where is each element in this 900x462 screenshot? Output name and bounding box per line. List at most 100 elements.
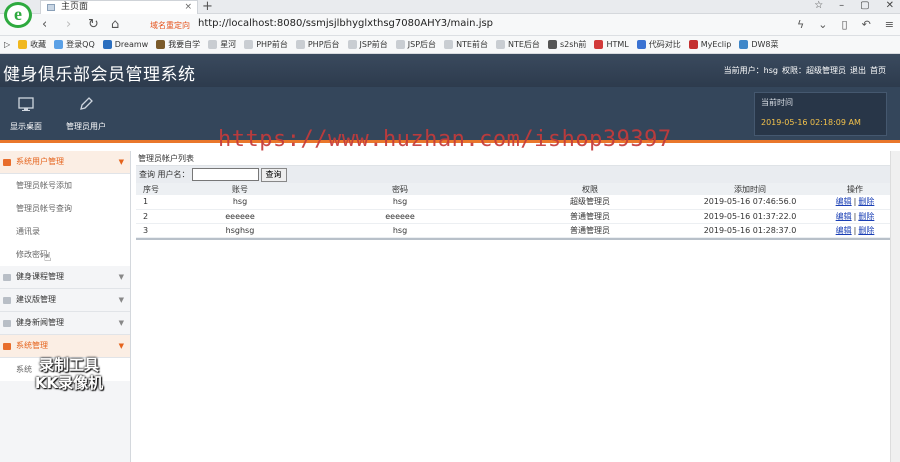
sidebar-item-admin-add[interactable]: 管理员帐号添加 [0, 174, 130, 197]
menu-icon[interactable]: ≡ [885, 18, 894, 31]
bookmark-item[interactable]: 收藏 [18, 39, 46, 50]
cell-role: 超级管理员 [570, 197, 610, 207]
edit-link[interactable]: 编辑 [836, 197, 852, 206]
bookmark-label: 我要自学 [168, 40, 201, 49]
recorder-line-1: 录制工具 [38, 356, 99, 374]
bookmark-item[interactable]: MyEclip [688, 39, 731, 50]
settings-icon[interactable]: ☆ [814, 0, 823, 11]
minimize-icon[interactable]: – [839, 0, 844, 11]
bookmark-label: JSP前台 [359, 40, 388, 49]
bookmark-item[interactable]: NTE前台 [444, 39, 488, 50]
menu-group-news[interactable]: 健身新闻管理 ▼ [0, 312, 130, 335]
page-scrollbar[interactable] [890, 151, 900, 462]
sidebar-toggle-icon[interactable]: ▷ [4, 40, 10, 49]
address-bar-actions: ϟ ⌄ ▯ ↶ ≡ [797, 18, 894, 31]
time-box: 当前时间 2019-05-16 02:18:09 AM [754, 92, 887, 136]
edit-link[interactable]: 编辑 [836, 212, 852, 221]
menu-group-system[interactable]: 系统管理 ▼ [0, 335, 130, 358]
logout-link[interactable]: 退出 [850, 65, 866, 76]
menu-group-system-users[interactable]: 系统用户管理 ▼ [0, 151, 130, 174]
username-search-input[interactable] [191, 168, 259, 181]
bookmark-label: PHP前台 [256, 40, 288, 49]
refresh-icon[interactable]: ↻ [88, 17, 99, 32]
bookmark-item[interactable]: Dreamw [102, 39, 148, 50]
document-icon [3, 297, 11, 304]
sidebar-item-admin-query[interactable]: 管理员帐号查询 [0, 197, 130, 220]
folder-icon [3, 274, 11, 281]
bookmark-item[interactable]: 我要自学 [156, 39, 200, 50]
home-link[interactable]: 首页 [870, 65, 886, 76]
maximize-icon[interactable]: ▢ [860, 0, 869, 11]
url-input[interactable]: http://localhost:8080/ssmjsjlbhyglxthsg7… [198, 18, 493, 29]
bookmark-icon [395, 40, 405, 49]
current-user: 当前用户：hsg [723, 66, 778, 75]
sidebar: 系统用户管理 ▼ 管理员帐号添加 管理员帐号查询 通讯录 修改密码 健身课程管理… [0, 151, 131, 462]
sidebar-item-change-password[interactable]: 修改密码 [0, 243, 130, 266]
bookmark-item[interactable]: PHP前台 [244, 39, 288, 50]
bookmark-item[interactable]: JSP后台 [395, 39, 436, 50]
search-label: 查询 用户名： [139, 170, 190, 179]
bookmark-item[interactable]: 代码对比 [636, 39, 681, 50]
table-row: 3 hsghsg hsg 普通管理员 2019-05-16 01:28:37.0 编辑 | 删… [136, 223, 890, 237]
chevron-down-icon: ▼ [118, 342, 124, 350]
dropdown-icon[interactable]: ⌄ [818, 18, 827, 31]
back-icon[interactable]: ‹ [42, 17, 47, 32]
bookmark-label: DW8菜 [751, 40, 779, 49]
cell-account: hsghsg [225, 225, 255, 235]
bookmark-item[interactable]: HTML [594, 39, 629, 50]
top-toolbar: 显示桌面 管理员用户 当前时间 2019-05-16 02:18:09 AM [0, 87, 900, 143]
edit-link[interactable]: 编辑 [836, 226, 852, 235]
time-value: 2019-05-16 02:18:09 AM [761, 118, 861, 127]
reader-icon[interactable]: ▯ [842, 18, 848, 31]
bookmark-icon [496, 40, 505, 49]
chevron-down-icon: ▼ [118, 158, 124, 166]
bookmark-label: PHP后台 [307, 40, 340, 49]
lightning-icon[interactable]: ϟ [797, 18, 804, 31]
menu-group-courses[interactable]: 健身课程管理 ▼ [0, 266, 130, 289]
bookmark-item[interactable]: NTE后台 [496, 39, 540, 50]
delete-link[interactable]: 删除 [858, 226, 874, 235]
bookmark-item[interactable]: 登录QQ [54, 39, 95, 50]
cell-time: 2019-05-16 01:37:22.0 [703, 211, 797, 221]
close-window-icon[interactable]: ✕ [886, 0, 894, 11]
forward-icon[interactable]: › [66, 17, 71, 32]
cell-actions: 编辑 | 删除 [820, 209, 890, 223]
admin-user-button[interactable]: 管理员用户 [60, 95, 112, 132]
browser-tab[interactable]: 主页面 × [40, 0, 198, 14]
delete-link[interactable]: 删除 [858, 212, 874, 221]
bookmark-item[interactable]: JSP前台 [347, 39, 388, 50]
bookmark-icon [54, 40, 64, 49]
search-button[interactable]: 查询 [260, 167, 287, 182]
cell-account: hsg [232, 197, 248, 207]
menu-group-label: 健身课程管理 [16, 272, 64, 281]
cell-no: 2 [143, 211, 149, 221]
sidebar-item-contacts[interactable]: 通讯录 [0, 220, 130, 243]
show-desktop-button[interactable]: 显示桌面 [0, 95, 52, 132]
bookmark-item[interactable]: DW8菜 [739, 39, 779, 50]
menu-group-suggestions[interactable]: 建议版管理 ▼ [0, 289, 130, 312]
bookmark-icon [739, 40, 749, 49]
page-favicon-icon [47, 4, 55, 11]
undo-icon[interactable]: ↶ [862, 18, 871, 31]
bookmark-label: 代码对比 [648, 40, 681, 49]
table-bottom-border [136, 237, 890, 240]
admin-user-label: 管理员用户 [66, 122, 106, 131]
action-separator: | [853, 197, 857, 207]
cell-actions: 编辑 | 删除 [820, 195, 890, 209]
bookmark-item[interactable]: PHP后台 [295, 39, 340, 50]
bookmark-item[interactable]: 星河 [208, 39, 236, 50]
bookmark-icon [636, 40, 646, 49]
chevron-down-icon: ▼ [118, 273, 124, 281]
new-tab-button[interactable]: + [202, 0, 213, 14]
address-bar: ‹ › ↻ ⌂ 域名重定向 http://localhost:8080/ssmj… [0, 14, 900, 36]
tab-close-icon[interactable]: × [184, 1, 192, 13]
bookmark-icon [688, 40, 698, 49]
home-icon[interactable]: ⌂ [111, 17, 119, 32]
bookmark-icon [295, 40, 305, 49]
security-label: 域名重定向 [150, 21, 190, 30]
chevron-down-icon: ▼ [118, 319, 124, 327]
delete-link[interactable]: 删除 [858, 197, 874, 206]
bookmark-item[interactable]: s2sh前 [547, 39, 586, 50]
cell-password: eeeeee [385, 211, 415, 221]
panel-title: 管理员帐户列表 [138, 154, 194, 163]
